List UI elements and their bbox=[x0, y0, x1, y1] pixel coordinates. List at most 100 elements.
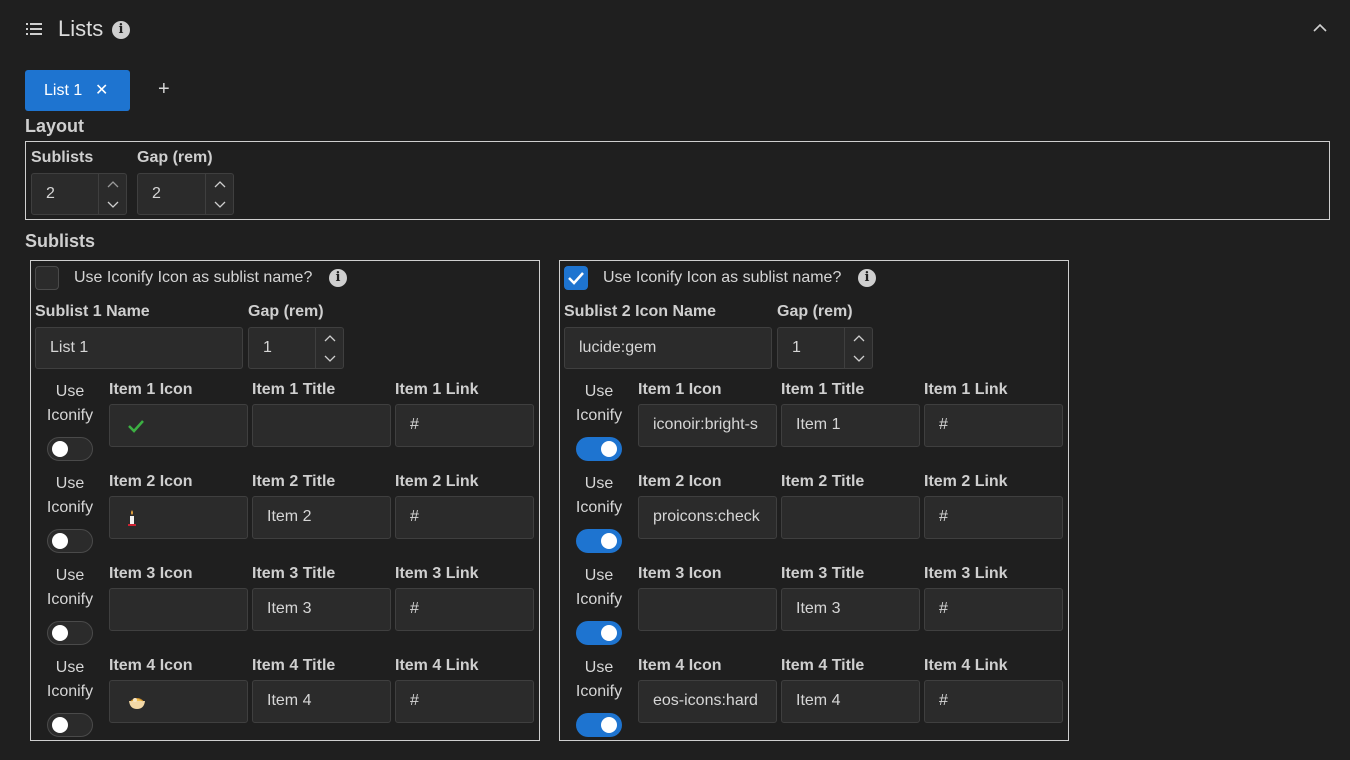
info-icon[interactable]: i bbox=[858, 269, 876, 287]
chevron-down-icon[interactable] bbox=[107, 201, 119, 209]
spinner[interactable] bbox=[315, 328, 343, 368]
item-icon-label: Item 1 Icon bbox=[638, 381, 722, 398]
layout-heading: Layout bbox=[25, 116, 85, 136]
item-link-input[interactable]: # bbox=[395, 680, 534, 723]
item-link-input[interactable]: # bbox=[924, 588, 1063, 631]
use-iconify-label: Iconify bbox=[46, 499, 94, 516]
use-iconify-toggle[interactable] bbox=[576, 529, 622, 553]
item-title-label: Item 3 Title bbox=[781, 565, 865, 582]
item-icon-input[interactable]: proicons:check bbox=[638, 496, 777, 539]
item-icon-label: Item 2 Icon bbox=[109, 473, 193, 490]
use-iconify-toggle[interactable] bbox=[576, 437, 622, 461]
item-title-label: Item 3 Title bbox=[252, 565, 336, 582]
checkmark-icon bbox=[568, 272, 584, 285]
use-iconify-toggle[interactable] bbox=[47, 621, 93, 645]
toggle-knob bbox=[52, 625, 68, 641]
toggle-knob bbox=[601, 441, 617, 457]
info-icon[interactable]: i bbox=[112, 21, 130, 39]
add-tab-button[interactable]: + bbox=[158, 78, 170, 101]
iconify-name-checkbox-label: Use Iconify Icon as sublist name? bbox=[603, 269, 842, 286]
item-link-input[interactable]: # bbox=[395, 404, 534, 447]
toggle-knob bbox=[52, 441, 68, 457]
chevron-down-icon[interactable] bbox=[853, 355, 865, 363]
item-title-input[interactable]: Item 4 bbox=[781, 680, 920, 723]
toggle-knob bbox=[601, 717, 617, 733]
item-link-label: Item 2 Link bbox=[395, 473, 479, 490]
item-icon-input[interactable] bbox=[638, 588, 777, 631]
sublist-gap-input[interactable]: 1 bbox=[777, 327, 873, 369]
layout-gap-label: Gap (rem) bbox=[137, 149, 213, 166]
candle-icon bbox=[128, 509, 136, 526]
use-iconify-toggle[interactable] bbox=[47, 713, 93, 737]
use-iconify-label: Iconify bbox=[575, 407, 623, 424]
chevron-up-icon[interactable] bbox=[853, 334, 865, 342]
use-iconify-label: Use bbox=[55, 567, 85, 584]
item-icon-label: Item 4 Icon bbox=[109, 657, 193, 674]
iconify-name-checkbox[interactable] bbox=[35, 266, 59, 290]
item-title-input[interactable]: Item 1 bbox=[781, 404, 920, 447]
item-title-input[interactable]: Item 3 bbox=[252, 588, 391, 631]
chevron-down-icon[interactable] bbox=[214, 201, 226, 209]
use-iconify-toggle[interactable] bbox=[47, 437, 93, 461]
iconify-name-checkbox[interactable] bbox=[564, 266, 588, 290]
use-iconify-label: Iconify bbox=[575, 499, 623, 516]
item-link-label: Item 3 Link bbox=[395, 565, 479, 582]
item-title-label: Item 4 Title bbox=[252, 657, 336, 674]
chevron-up-icon[interactable] bbox=[107, 180, 119, 188]
layout-gap-input[interactable]: 2 bbox=[137, 173, 234, 215]
toggle-knob bbox=[52, 717, 68, 733]
tab-list-1[interactable]: List 1 ✕ bbox=[25, 70, 130, 111]
sublist-name-input[interactable]: lucide:gem bbox=[564, 327, 772, 369]
item-link-label: Item 3 Link bbox=[924, 565, 1008, 582]
item-title-input[interactable]: Item 4 bbox=[252, 680, 391, 723]
use-iconify-label: Use bbox=[55, 475, 85, 492]
info-icon[interactable]: i bbox=[329, 269, 347, 287]
use-iconify-toggle[interactable] bbox=[576, 713, 622, 737]
item-title-input[interactable] bbox=[252, 404, 391, 447]
chevron-up-icon[interactable] bbox=[324, 334, 336, 342]
item-link-input[interactable]: # bbox=[395, 588, 534, 631]
chevron-down-icon[interactable] bbox=[324, 355, 336, 363]
chevron-up-icon[interactable] bbox=[1312, 22, 1328, 34]
toggle-knob bbox=[601, 533, 617, 549]
sublist-name-input[interactable]: List 1 bbox=[35, 327, 243, 369]
use-iconify-toggle[interactable] bbox=[47, 529, 93, 553]
sublists-count-input[interactable]: 2 bbox=[31, 173, 127, 215]
use-iconify-label: Use bbox=[584, 659, 614, 676]
spinner[interactable] bbox=[98, 174, 126, 214]
tab-label: List 1 bbox=[44, 82, 83, 99]
item-icon-label: Item 3 Icon bbox=[109, 565, 193, 582]
item-title-input[interactable] bbox=[781, 496, 920, 539]
toggle-knob bbox=[52, 533, 68, 549]
item-icon-input[interactable] bbox=[109, 588, 248, 631]
use-iconify-label: Use bbox=[584, 475, 614, 492]
item-link-label: Item 1 Link bbox=[924, 381, 1008, 398]
item-title-label: Item 1 Title bbox=[252, 381, 336, 398]
use-iconify-label: Iconify bbox=[575, 591, 623, 608]
use-iconify-label: Iconify bbox=[46, 591, 94, 608]
use-iconify-toggle[interactable] bbox=[576, 621, 622, 645]
spinner[interactable] bbox=[844, 328, 872, 368]
close-icon[interactable]: ✕ bbox=[95, 70, 108, 111]
chevron-up-icon[interactable] bbox=[214, 180, 226, 188]
sublist-gap-input[interactable]: 1 bbox=[248, 327, 344, 369]
item-icon-input[interactable]: iconoir:bright-s bbox=[638, 404, 777, 447]
item-title-label: Item 4 Title bbox=[781, 657, 865, 674]
item-icon-input[interactable] bbox=[109, 680, 248, 723]
item-icon-input[interactable] bbox=[109, 404, 248, 447]
item-icon-label: Item 2 Icon bbox=[638, 473, 722, 490]
item-link-input[interactable]: # bbox=[924, 680, 1063, 723]
item-link-input[interactable]: # bbox=[395, 496, 534, 539]
use-iconify-label: Use bbox=[584, 383, 614, 400]
item-link-input[interactable]: # bbox=[924, 404, 1063, 447]
item-link-label: Item 1 Link bbox=[395, 381, 479, 398]
item-title-input[interactable]: Item 2 bbox=[252, 496, 391, 539]
item-title-input[interactable]: Item 3 bbox=[781, 588, 920, 631]
spinner[interactable] bbox=[205, 174, 233, 214]
sublists-heading: Sublists bbox=[25, 231, 96, 251]
item-link-input[interactable]: # bbox=[924, 496, 1063, 539]
item-title-label: Item 1 Title bbox=[781, 381, 865, 398]
item-icon-input[interactable]: eos-icons:hard bbox=[638, 680, 777, 723]
item-icon-label: Item 3 Icon bbox=[638, 565, 722, 582]
item-icon-input[interactable] bbox=[109, 496, 248, 539]
